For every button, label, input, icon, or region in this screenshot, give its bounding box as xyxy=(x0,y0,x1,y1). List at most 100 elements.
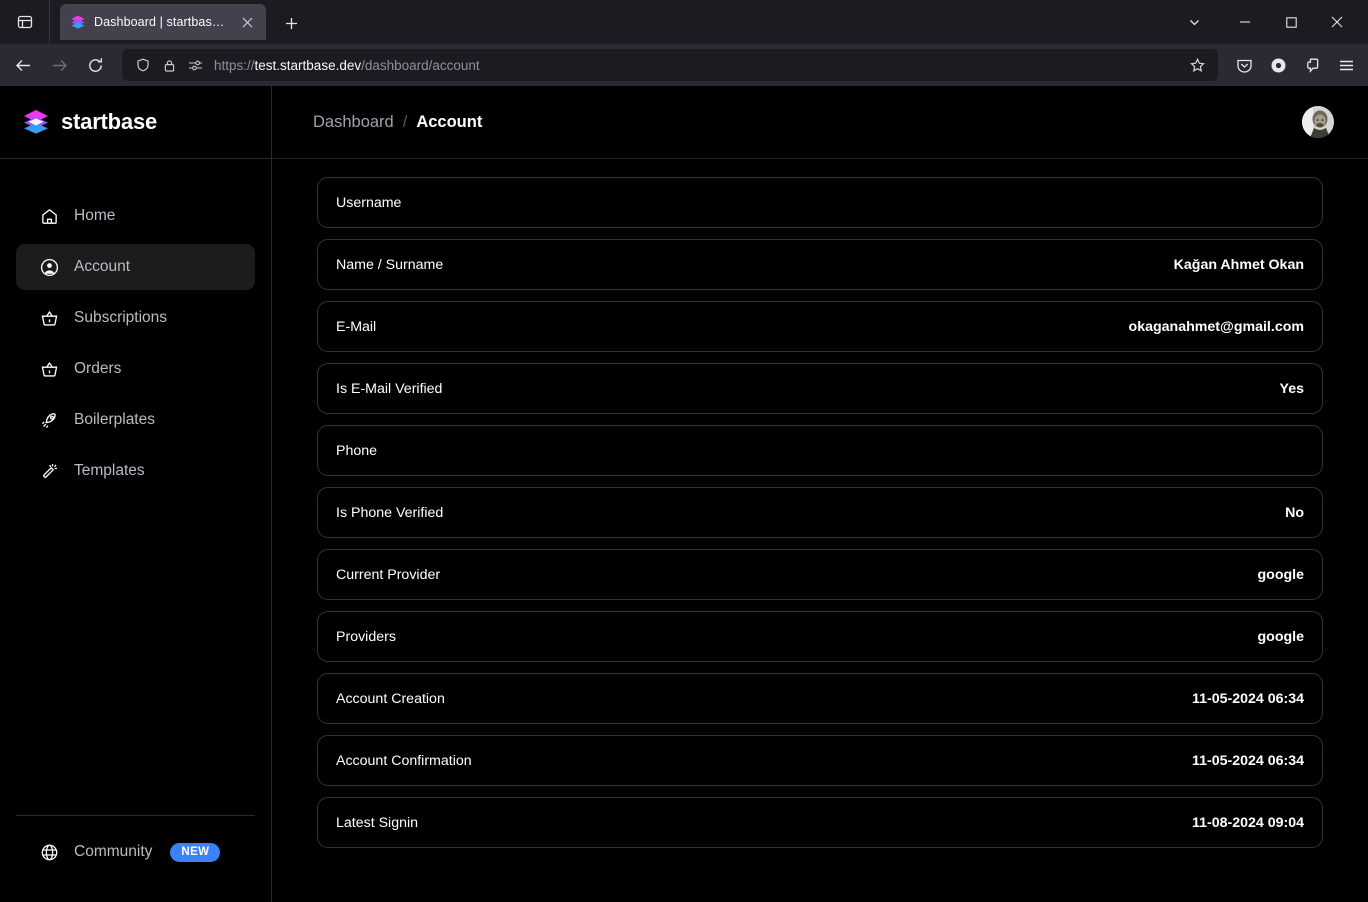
status-badge: NEW xyxy=(170,842,221,862)
pocket-save-icon[interactable] xyxy=(1228,49,1260,81)
new-tab-button[interactable] xyxy=(276,8,306,38)
row-label: Phone xyxy=(336,442,378,459)
magic-wand-icon xyxy=(39,461,59,481)
rocket-icon xyxy=(39,410,59,430)
row-value: okaganahmet@gmail.com xyxy=(1128,318,1304,335)
minimize-icon[interactable] xyxy=(1222,0,1268,44)
tab-title: Dashboard | startbase.dev xyxy=(94,15,228,29)
account-details-panel: Username Name / Surname Kağan Ahmet Okan… xyxy=(272,159,1368,902)
table-row[interactable]: Is E-Mail Verified Yes xyxy=(317,363,1323,414)
sidebar-item-templates[interactable]: Templates xyxy=(16,448,255,494)
navigation-toolbar: https://test.startbase.dev/dashboard/acc… xyxy=(0,44,1368,86)
url-host: test.startbase.dev xyxy=(254,57,362,73)
sidebar-item-home[interactable]: Home xyxy=(16,193,255,239)
user-circle-icon xyxy=(39,257,59,277)
row-label: Is E-Mail Verified xyxy=(336,380,443,397)
breadcrumb: Dashboard / Account xyxy=(313,113,482,132)
sidebar-item-account[interactable]: Account xyxy=(16,244,255,290)
url-path: /dashboard/account xyxy=(361,57,480,73)
row-value: google xyxy=(1257,566,1305,583)
sidebar-item-label: Templates xyxy=(74,462,145,479)
lock-icon[interactable] xyxy=(156,52,182,78)
table-row[interactable]: Latest Signin 11-08-2024 09:04 xyxy=(317,797,1323,848)
account-circle-icon[interactable] xyxy=(1262,49,1294,81)
community-label: Community xyxy=(74,843,153,860)
table-row[interactable]: Is Phone Verified No xyxy=(317,487,1323,538)
table-row[interactable]: Providers google xyxy=(317,611,1323,662)
sidebar-item-orders[interactable]: Orders xyxy=(16,346,255,392)
sidebar-item-subscriptions[interactable]: Subscriptions xyxy=(16,295,255,341)
row-label: E-Mail xyxy=(336,318,377,335)
row-label: Is Phone Verified xyxy=(336,504,444,521)
sidebar-nav: Home Account Subscriptions Orders Boiler… xyxy=(0,159,271,494)
breadcrumb-dashboard[interactable]: Dashboard xyxy=(313,113,394,132)
table-row[interactable]: Username xyxy=(317,177,1323,228)
row-label: Latest Signin xyxy=(336,814,419,831)
tab-list-button[interactable] xyxy=(0,0,50,44)
sidebar-divider xyxy=(16,815,255,816)
avatar[interactable] xyxy=(1302,106,1334,138)
url-text[interactable]: https://test.startbase.dev/dashboard/acc… xyxy=(208,58,1184,73)
browser-tab[interactable]: Dashboard | startbase.dev xyxy=(60,4,266,40)
star-icon[interactable] xyxy=(1184,52,1210,78)
row-value: Yes xyxy=(1279,380,1304,397)
breadcrumb-separator: / xyxy=(402,112,408,131)
layers-stack-icon xyxy=(70,14,86,30)
page-viewport: startbase Home Account Subscriptions Ord… xyxy=(0,86,1368,902)
close-icon[interactable] xyxy=(1314,0,1360,44)
row-label: Account Confirmation xyxy=(336,752,472,769)
app-sidebar: startbase Home Account Subscriptions Ord… xyxy=(0,86,272,902)
row-label: Account Creation xyxy=(336,690,445,707)
table-row[interactable]: Name / Surname Kağan Ahmet Okan xyxy=(317,239,1323,290)
hamburger-menu-icon[interactable] xyxy=(1330,49,1362,81)
url-bar[interactable]: https://test.startbase.dev/dashboard/acc… xyxy=(122,49,1218,81)
brand-logo[interactable]: startbase xyxy=(0,86,271,159)
chevron-down-icon[interactable] xyxy=(1166,0,1222,44)
back-arrow-icon[interactable] xyxy=(6,49,40,81)
sidebar-footer: Community NEW xyxy=(0,815,271,902)
row-value: 11-08-2024 09:04 xyxy=(1191,814,1304,831)
row-value: No xyxy=(1285,504,1304,521)
table-row[interactable]: Account Creation 11-05-2024 06:34 xyxy=(317,673,1323,724)
reload-icon[interactable] xyxy=(78,49,112,81)
row-label: Username xyxy=(336,194,402,211)
forward-arrow-icon[interactable] xyxy=(42,49,76,81)
sidebar-item-community[interactable]: Community NEW xyxy=(16,842,255,862)
row-value: 11-05-2024 06:34 xyxy=(1191,752,1304,769)
account-rows: Username Name / Surname Kağan Ahmet Okan… xyxy=(317,177,1323,848)
window-controls xyxy=(1166,0,1360,44)
page-header: Dashboard / Account xyxy=(272,86,1368,159)
table-row[interactable]: Current Provider google xyxy=(317,549,1323,600)
table-row[interactable]: Phone xyxy=(317,425,1323,476)
row-label: Name / Surname xyxy=(336,256,444,273)
maximize-icon[interactable] xyxy=(1268,0,1314,44)
layers-stack-icon xyxy=(22,108,50,136)
row-value: Kağan Ahmet Okan xyxy=(1173,256,1304,273)
sidebar-item-boilerplates[interactable]: Boilerplates xyxy=(16,397,255,443)
extensions-icon[interactable] xyxy=(1296,49,1328,81)
basket-icon xyxy=(39,308,59,328)
tab-strip: Dashboard | startbase.dev xyxy=(0,0,1368,44)
row-value: 11-05-2024 06:34 xyxy=(1191,690,1304,707)
sidebar-item-label: Account xyxy=(74,258,131,275)
row-value: google xyxy=(1257,628,1305,645)
url-scheme: https:// xyxy=(214,57,255,73)
browser-window: Dashboard | startbase.dev xyxy=(0,0,1368,902)
basket-icon xyxy=(39,359,59,379)
table-row[interactable]: E-Mail okaganahmet@gmail.com xyxy=(317,301,1323,352)
table-row[interactable]: Account Confirmation 11-05-2024 06:34 xyxy=(317,735,1323,786)
close-icon[interactable] xyxy=(236,11,258,33)
globe-icon xyxy=(39,842,59,862)
shield-icon[interactable] xyxy=(130,52,156,78)
page-settings-icon[interactable] xyxy=(182,52,208,78)
brand-name: startbase xyxy=(61,109,158,134)
row-label: Current Provider xyxy=(336,566,441,583)
sidebar-item-label: Orders xyxy=(74,360,122,377)
row-label: Providers xyxy=(336,628,396,645)
main-content: Dashboard / Account Username Name / Surn… xyxy=(272,86,1368,902)
home-icon xyxy=(39,206,59,226)
page-title: Account xyxy=(416,112,483,131)
sidebar-item-label: Boilerplates xyxy=(74,411,155,428)
sidebar-item-label: Home xyxy=(74,207,116,224)
